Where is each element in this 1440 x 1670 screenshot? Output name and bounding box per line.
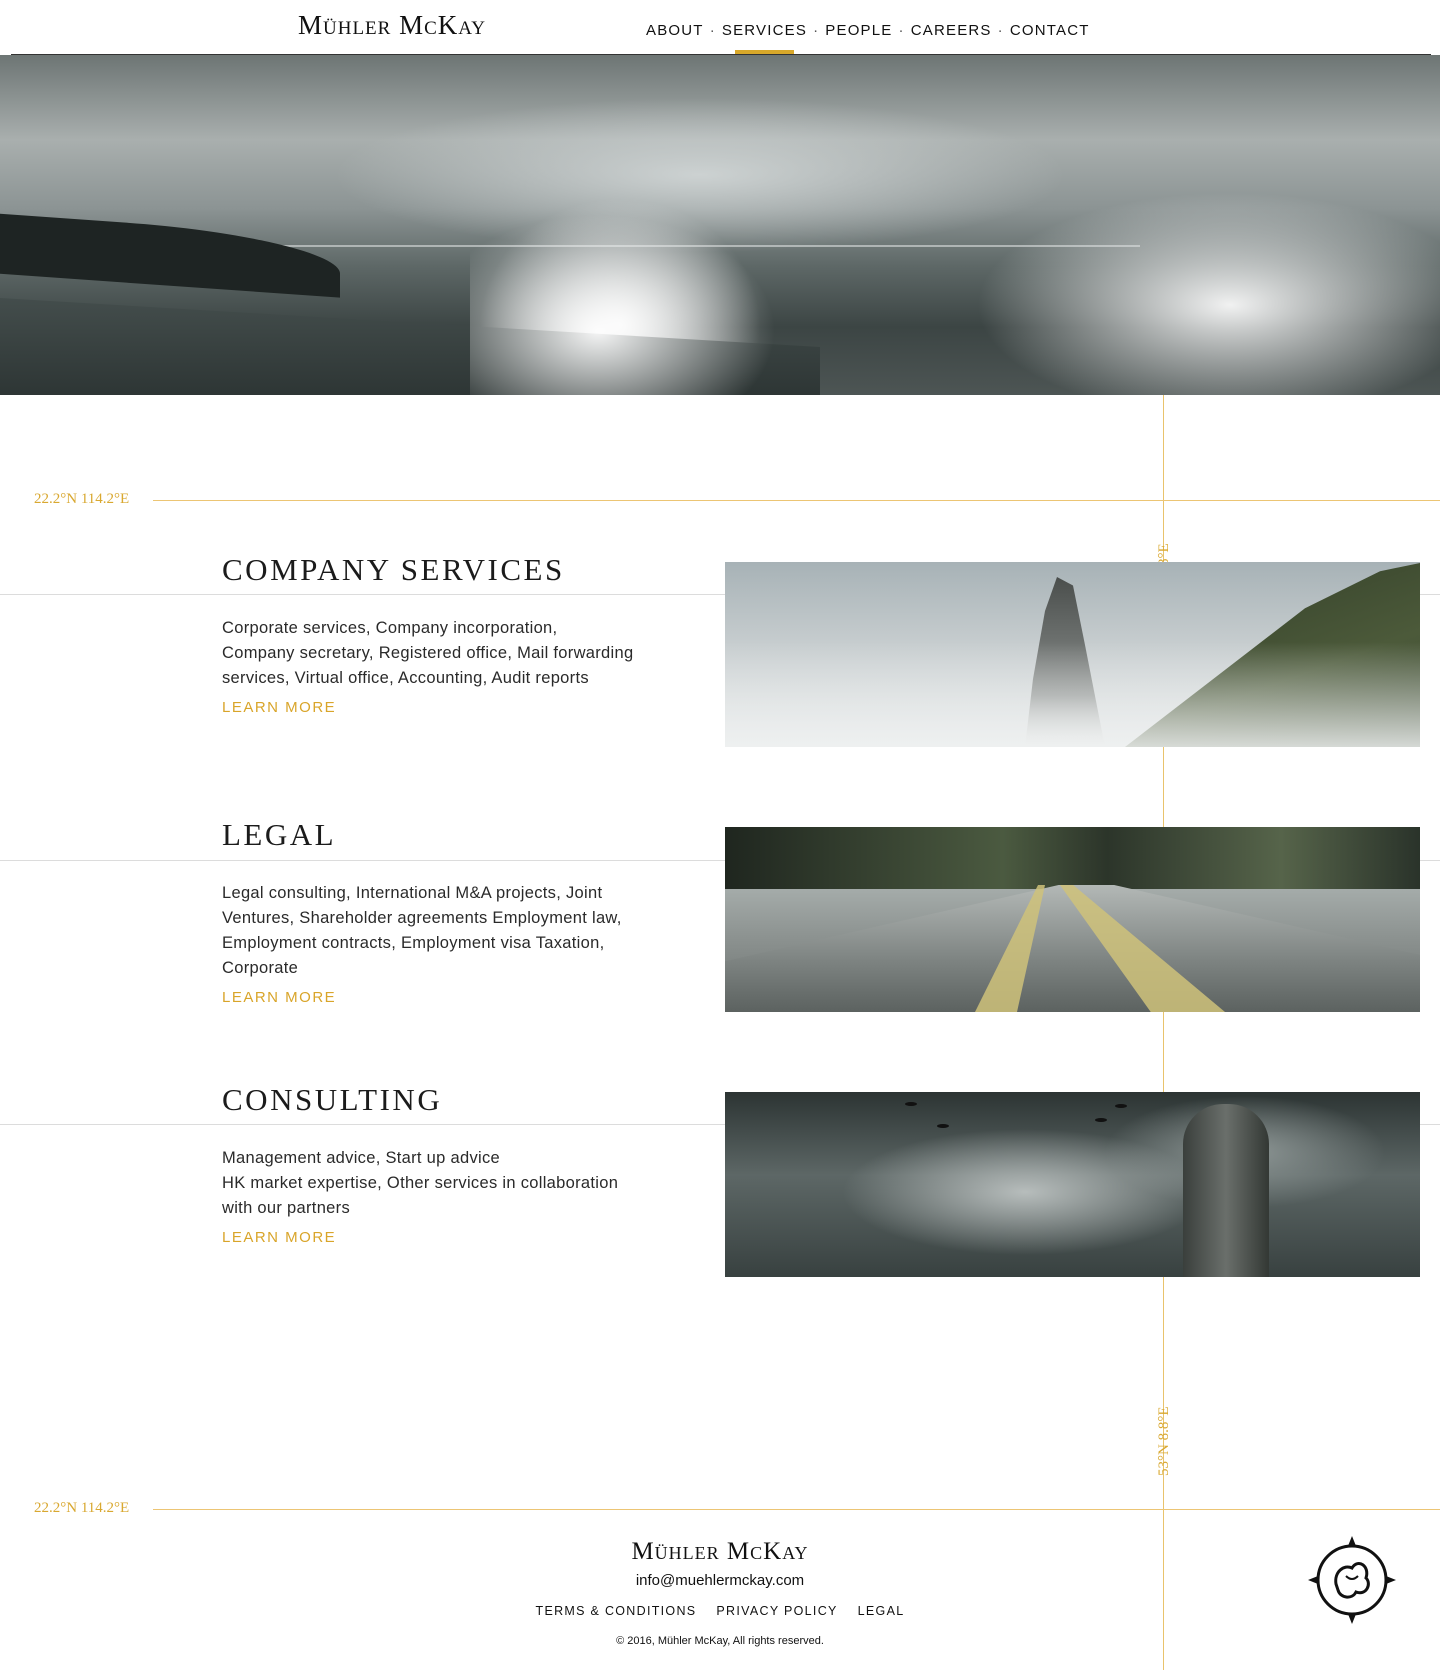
main-nav: ABOUT · SERVICES · PEOPLE · CAREERS · CO… [646,22,1090,55]
legal-image [725,827,1420,1012]
nav-contact[interactable]: CONTACT [1010,22,1090,39]
description-line: Company secretary, Registered office, Ma… [222,644,634,662]
nav-services[interactable]: SERVICES [722,22,807,55]
hero-shore [0,212,340,298]
compass-emblem-icon [1308,1536,1396,1624]
consulting-image [725,1092,1420,1277]
description-line: services, Virtual office, Accounting, Au… [222,669,589,687]
section-title-company-services: COMPANY SERVICES [222,552,565,587]
coordinate-line-top [153,500,1440,501]
description-line: Legal consulting, International M&A proj… [222,884,603,902]
fog [725,642,1420,747]
nav-people[interactable]: PEOPLE [825,22,892,39]
road-surface [725,885,1420,1012]
site-header: Mühler McKay ABOUT · SERVICES · PEOPLE ·… [0,0,1440,55]
vertical-coordinate-bottom: 53°N 8.8°E [1156,1406,1172,1477]
nav-separator: · [709,22,716,39]
bird [905,1102,917,1106]
description-line: HK market expertise, Other services in c… [222,1174,619,1192]
section-description: Corporate services, Company incorporatio… [222,616,642,691]
hero-image [0,55,1440,395]
privacy-policy-link[interactable]: PRIVACY POLICY [716,1604,837,1618]
footer-links: TERMS & CONDITIONS PRIVACY POLICY LEGAL [0,1604,1440,1618]
section-description: Management advice, Start up advice HK ma… [222,1146,642,1221]
nav-separator: · [997,22,1004,39]
nav-separator: · [898,22,905,39]
bird [1115,1104,1127,1108]
bird [937,1124,949,1128]
nav-about[interactable]: ABOUT [646,22,704,39]
bird [1095,1118,1107,1122]
learn-more-link-company-services[interactable]: LEARN MORE [222,699,336,716]
description-line: Ventures, Shareholder agreements Employm… [222,909,622,927]
learn-more-link-consulting[interactable]: LEARN MORE [222,1229,336,1246]
description-line: Corporate services, Company incorporatio… [222,619,558,637]
site-logo[interactable]: Mühler McKay [298,10,486,41]
description-line: Management advice, Start up advice [222,1149,501,1167]
description-line: with our partners [222,1199,350,1217]
legal-link[interactable]: LEGAL [858,1604,905,1618]
tree-line [725,827,1420,889]
hero-wave-spray [470,205,790,395]
footer-logo[interactable]: Mühler McKay [0,1538,1440,1566]
nav-careers[interactable]: CAREERS [911,22,992,39]
footer-email[interactable]: info@muehlermckay.com [0,1572,1440,1589]
coordinate-label-top: 22.2°N 114.2°E [34,491,130,507]
description-line: Corporate [222,959,299,977]
company-services-image [725,562,1420,747]
description-line: Employment contracts, Employment visa Ta… [222,934,605,952]
section-title-legal: LEGAL [222,817,337,852]
learn-more-link-legal[interactable]: LEARN MORE [222,989,336,1006]
coordinate-label-bottom: 22.2°N 114.2°E [34,1500,130,1516]
section-title-consulting: CONSULTING [222,1082,443,1117]
totem-pole [1183,1104,1269,1277]
copyright: © 2016, Mühler McKay, All rights reserve… [616,1635,824,1647]
coordinate-line-bottom [153,1509,1440,1510]
terms-link[interactable]: TERMS & CONDITIONS [536,1604,697,1618]
section-description: Legal consulting, International M&A proj… [222,881,642,981]
nav-separator: · [813,22,820,39]
